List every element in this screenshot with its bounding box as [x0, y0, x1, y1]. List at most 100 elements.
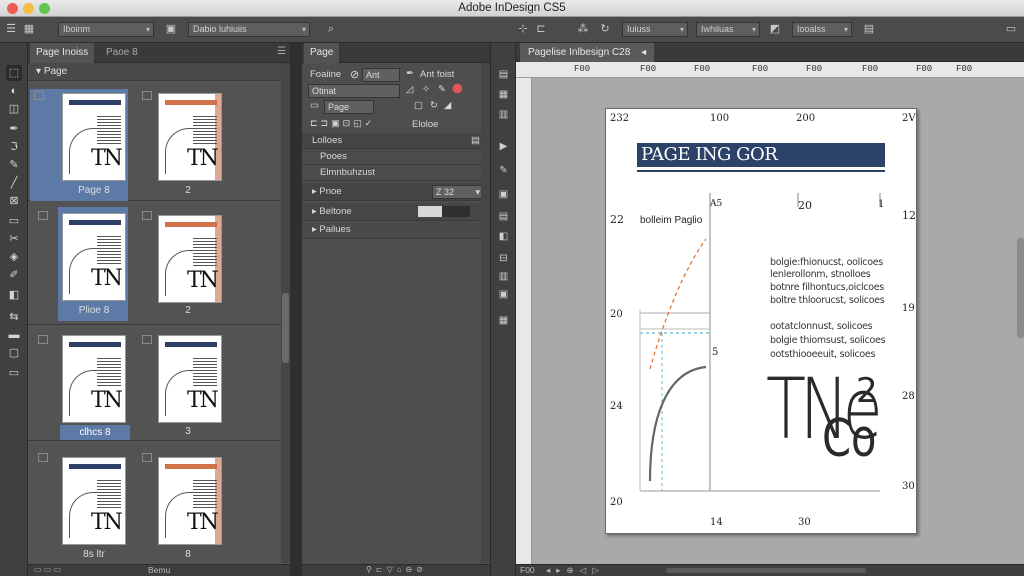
stroke-icon[interactable]: ▥ [496, 107, 511, 122]
effects-icon[interactable]: ⊟ [496, 251, 511, 266]
panel-strip[interactable]: Pooes [302, 149, 490, 165]
pages-scrollbar[interactable] [281, 63, 290, 563]
text-wrap-icon[interactable]: ▣ [496, 287, 511, 302]
footer-icons[interactable]: ▭ ▭ ▭ [34, 565, 61, 574]
pen-tool-icon[interactable]: ✒ [6, 121, 22, 137]
arrow-icon[interactable]: ◿ [406, 84, 413, 95]
type-tool-icon[interactable]: ℑ [6, 139, 22, 155]
direct-selection-tool-icon[interactable]: ◐ [6, 83, 22, 99]
checkbox-icon[interactable]: ▭ [310, 100, 319, 111]
color-icon[interactable]: ◧ [496, 229, 511, 244]
scissors-tool-icon[interactable]: ✂ [6, 231, 22, 247]
panel-menu-icon[interactable]: ☰ [277, 46, 286, 57]
object-field[interactable]: Otinat [308, 84, 400, 98]
control-field-3[interactable]: Iuiuss ▾ [622, 22, 688, 37]
pages-scrollbar-thumb[interactable] [282, 293, 289, 363]
control-field-4[interactable]: Iwhiluas ▾ [696, 22, 760, 37]
control-field-5[interactable]: Iooalss ▾ [792, 22, 852, 37]
grid-icon[interactable]: ▦ [22, 22, 36, 36]
page-thumbnail[interactable]: TN [158, 215, 222, 303]
type-icon[interactable]: ▥ [496, 269, 511, 284]
spread-row[interactable]: TN TN 8s ltr 8 [28, 441, 290, 564]
page-thumbnail[interactable]: TN [158, 335, 222, 423]
fill-icon[interactable]: ◢ [444, 100, 451, 111]
page-tool-icon[interactable]: ◫ [6, 101, 22, 117]
rotate-icon[interactable]: ↻ [430, 100, 438, 111]
rectangle-frame-tool-icon[interactable]: ⊠ [6, 193, 22, 209]
link-icon[interactable]: ⊏ [534, 22, 548, 36]
layers-icon[interactable]: ▤ [496, 67, 511, 82]
wand-icon[interactable]: ✧ [422, 84, 430, 95]
mode-icon[interactable]: ⊘ [350, 68, 359, 81]
screen-mode-icon[interactable]: ▭ [6, 365, 22, 381]
beltone-section[interactable]: ▸ Beltone [302, 203, 490, 221]
page-panel-row-1: Foaiine ⊘ Ant ✒ Ant foist [310, 68, 455, 82]
tool-icon[interactable]: ✒ [406, 68, 414, 79]
pailues-section[interactable]: ▸ Pailues [302, 221, 490, 239]
control-field-1[interactable]: Iboinm ▾ [58, 22, 154, 37]
fill-stroke-icon[interactable]: ◧ [6, 287, 22, 303]
overflow-icon[interactable]: ▭ [1004, 22, 1018, 36]
swatch-icon[interactable]: ◩ [768, 22, 782, 36]
links-icon[interactable]: ▦ [496, 87, 511, 102]
menu-icon[interactable]: ☰ [4, 22, 18, 36]
horizontal-scrollbar[interactable] [666, 568, 866, 573]
beltone-slider[interactable] [418, 206, 470, 217]
panel-strip[interactable]: Lolloes ▤ [302, 133, 490, 149]
pages-section-header[interactable]: ▾ Page [28, 63, 290, 81]
line-tool-icon[interactable]: ╱ [6, 175, 22, 191]
tab-pages[interactable]: Page Inoiss [30, 43, 95, 63]
page-thumbnail[interactable]: TN [158, 457, 222, 545]
swap-icon[interactable]: ⇆ [6, 309, 22, 325]
zoom-icon[interactable]: ⌕ [324, 22, 338, 36]
spread-row[interactable]: TN TN Plioe 8 2 [28, 201, 290, 325]
spread-row[interactable]: TN TN clhcs 8 3 [28, 325, 290, 441]
transform-icon[interactable]: ⁂ [576, 22, 590, 36]
eyedropper-tool-icon[interactable]: ✐ [6, 267, 22, 283]
page-section[interactable]: ▸ Pnoe Z 32 ▾ [302, 183, 490, 201]
preview-mode-icon[interactable]: ▢ [6, 345, 22, 361]
align-icon[interactable]: ⊹ [516, 22, 530, 36]
close-tab-icon[interactable]: ◂ [641, 47, 646, 58]
document-page[interactable]: 232 100 200 2V PAGE ING GOR A5 20 1 22 b… [605, 108, 917, 534]
swatches-icon[interactable]: ▤ [496, 209, 511, 224]
vertical-ruler[interactable] [516, 78, 532, 564]
gradient-tool-icon[interactable]: ◈ [6, 249, 22, 265]
pen-icon[interactable]: ✎ [438, 84, 446, 95]
page-field[interactable]: Page [324, 100, 374, 114]
strip-menu-icon[interactable]: ▤ [471, 133, 480, 149]
spread-row[interactable]: TN TN Page 8 2 [28, 83, 290, 201]
tab-page[interactable]: Page [304, 43, 340, 63]
control-field-2[interactable]: Dabio luhiuiis ▾ [188, 22, 310, 37]
brush-icon[interactable]: ✎ [496, 163, 511, 178]
tab-second[interactable]: Paoe 8 [100, 43, 144, 63]
page-thumbnail[interactable]: TN [62, 93, 126, 181]
document-tab[interactable]: Pagelise Inlbesign C28 ◂ [520, 43, 655, 62]
panel-icon[interactable]: ▤ [862, 22, 876, 36]
play-icon[interactable]: ▶ [496, 139, 511, 154]
info-icon[interactable]: ▦ [496, 313, 511, 328]
alignment-icons[interactable]: ⊏⊐▣⊡◱✓ [310, 118, 375, 129]
panel-strip[interactable]: Elmnbuhzust [302, 165, 490, 181]
page-panel-scrollbar[interactable] [481, 63, 490, 563]
page-thumbnail[interactable]: TN [62, 457, 126, 545]
rectangle-tool-icon[interactable]: ▭ [6, 213, 22, 229]
frame-icon[interactable]: ▢ [414, 100, 423, 111]
document-scrollbar-thumb[interactable] [1017, 238, 1024, 338]
page-size-select[interactable]: Z 32 ▾ [432, 185, 484, 199]
status-nav-icons[interactable]: ◂▸⊕◁▷ [546, 565, 605, 576]
rotate-icon[interactable]: ↻ [598, 22, 612, 36]
page-thumbnail[interactable]: TN [62, 213, 126, 301]
frame-icon[interactable]: ▣ [164, 22, 178, 36]
panel-divider[interactable] [290, 43, 302, 576]
alert-icon[interactable]: ⬤ [452, 83, 463, 94]
selection-tool-icon[interactable]: ⬚ [6, 65, 22, 81]
font-field[interactable]: Ant [362, 68, 400, 82]
apply-color-icon[interactable]: ▬ [6, 327, 22, 343]
gradient-icon[interactable]: ▣ [496, 187, 511, 202]
pencil-tool-icon[interactable]: ✎ [6, 157, 22, 173]
horizontal-ruler[interactable]: F00 F00 F00 F00 F00 F00 F00 F00 [516, 62, 1024, 78]
page-thumbnail[interactable]: TN [158, 93, 222, 181]
page-thumbnail[interactable]: TN [62, 335, 126, 423]
footer-icons[interactable]: ⚲⊏▽⌂⊖⊘ [366, 565, 427, 574]
